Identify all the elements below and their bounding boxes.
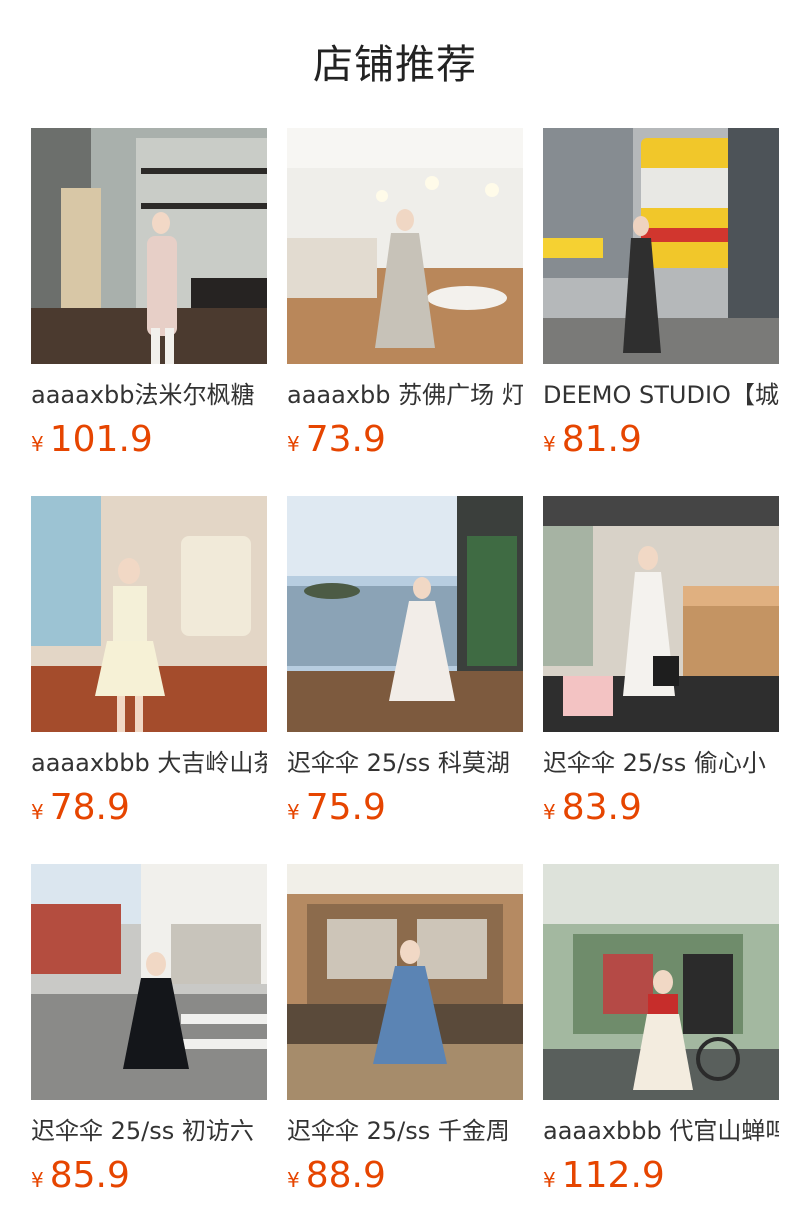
price-value: 101.9 (49, 419, 153, 460)
product-name[interactable]: 迟伞伞 25/ss 偷心小 (543, 747, 779, 779)
product-image[interactable] (543, 864, 779, 1100)
product-card[interactable]: aaaaxbbb 代官山蝉鸣 ¥112.9 (543, 864, 779, 1197)
product-price: ¥81.9 (543, 419, 779, 461)
product-name[interactable]: aaaaxbb法米尔枫糖 (31, 379, 267, 411)
product-card[interactable]: 迟伞伞 25/ss 科莫湖 ¥75.9 (287, 496, 523, 829)
price-value: 85.9 (49, 1155, 130, 1196)
product-image[interactable] (287, 864, 523, 1100)
product-name[interactable]: aaaaxbbb 代官山蝉鸣 (543, 1115, 779, 1147)
currency-symbol: ¥ (287, 432, 300, 456)
product-image[interactable] (31, 496, 267, 732)
currency-symbol: ¥ (543, 432, 556, 456)
page-title: 店铺推荐 (313, 42, 477, 88)
product-card[interactable]: aaaaxbbb 大吉岭山茶 ¥78.9 (31, 496, 267, 829)
product-price: ¥88.9 (287, 1155, 523, 1197)
product-name[interactable]: aaaaxbbb 大吉岭山茶 (31, 747, 267, 779)
product-price: ¥83.9 (543, 787, 779, 829)
product-price: ¥101.9 (31, 419, 267, 461)
product-image[interactable] (31, 864, 267, 1100)
product-name[interactable]: 迟伞伞 25/ss 千金周 (287, 1115, 523, 1147)
price-value: 78.9 (49, 787, 130, 828)
price-value: 81.9 (561, 419, 642, 460)
price-value: 88.9 (305, 1155, 386, 1196)
product-card[interactable]: aaaaxbb 苏佛广场 灯 ¥73.9 (287, 128, 523, 461)
product-name[interactable]: aaaaxbb 苏佛广场 灯 (287, 379, 523, 411)
currency-symbol: ¥ (287, 800, 300, 824)
product-card[interactable]: aaaaxbb法米尔枫糖 ¥101.9 (31, 128, 267, 461)
currency-symbol: ¥ (31, 432, 44, 456)
product-name[interactable]: 迟伞伞 25/ss 初访六 (31, 1115, 267, 1147)
product-image[interactable] (543, 128, 779, 364)
price-value: 75.9 (305, 787, 386, 828)
product-price: ¥73.9 (287, 419, 523, 461)
price-value: 73.9 (305, 419, 386, 460)
product-card[interactable]: 迟伞伞 25/ss 初访六 ¥85.9 (31, 864, 267, 1197)
product-card[interactable]: DEEMO STUDIO【城 ¥81.9 (543, 128, 779, 461)
product-price: ¥75.9 (287, 787, 523, 829)
product-price: ¥78.9 (31, 787, 267, 829)
currency-symbol: ¥ (543, 1168, 556, 1192)
product-card[interactable]: 迟伞伞 25/ss 偷心小 ¥83.9 (543, 496, 779, 829)
currency-symbol: ¥ (31, 800, 44, 824)
product-image[interactable] (31, 128, 267, 364)
product-price: ¥85.9 (31, 1155, 267, 1197)
price-value: 83.9 (561, 787, 642, 828)
price-value: 112.9 (561, 1155, 665, 1196)
product-image[interactable] (287, 128, 523, 364)
product-card[interactable]: 迟伞伞 25/ss 千金周 ¥88.9 (287, 864, 523, 1197)
product-price: ¥112.9 (543, 1155, 779, 1197)
product-name[interactable]: 迟伞伞 25/ss 科莫湖 (287, 747, 523, 779)
currency-symbol: ¥ (287, 1168, 300, 1192)
currency-symbol: ¥ (543, 800, 556, 824)
product-image[interactable] (287, 496, 523, 732)
product-name[interactable]: DEEMO STUDIO【城 (543, 379, 779, 411)
currency-symbol: ¥ (31, 1168, 44, 1192)
product-image[interactable] (543, 496, 779, 732)
